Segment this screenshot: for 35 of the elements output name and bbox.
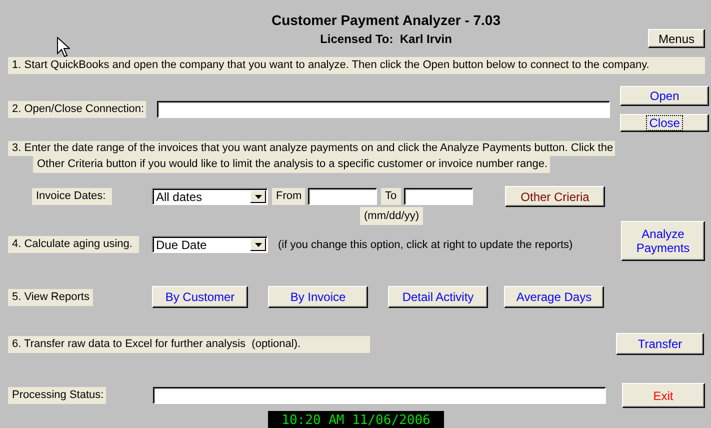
pointer-icon [57,37,70,57]
dropdown[interactable]: Due Date [152,236,268,253]
input-field[interactable] [152,387,606,404]
input-field[interactable] [404,188,473,205]
other-criteria-button[interactable]: Other Crieria [505,186,605,207]
instruction-text: 1. Start QuickBooks and open the company that you want to analyze. Then click the Open button below to connect to the company. [8,57,705,74]
label: 2. Open/Close Connection: [8,100,146,118]
report-button[interactable]: By Customer [152,286,248,308]
caret-icon [254,194,262,198]
label: Processing Status: [8,387,106,404]
format-hint: (mm/dd/yy) [360,207,423,225]
input-field[interactable] [308,188,377,205]
label: Invoice Dates: [32,188,112,205]
instruction-text: 3. Enter the date range of the invoices that you want analyze payments on and click the Analyze Payments button. Click the [8,141,616,156]
label: To [381,188,401,205]
clock-display: 10:20 AM 11/06/2006 [268,411,444,428]
transfer-button[interactable]: Transfer [616,333,704,355]
dropdown[interactable]: All dates [152,188,268,205]
close-button[interactable]: Close [620,114,710,132]
analyze-payments-button[interactable]: Analyze Payments [621,221,705,261]
menus-button[interactable]: Menus [648,29,705,48]
note-text: (if you change this option, click at right to update the reports) [278,238,573,250]
label: From [272,188,305,205]
input-field[interactable] [157,100,610,118]
open-button[interactable]: Open [620,86,710,106]
report-button[interactable]: Average Days [504,286,604,308]
label: 6. Transfer raw data to Excel for further analysis (optional). [8,336,370,352]
report-button[interactable]: By Invoice [268,286,368,308]
instruction-text: Other Criteria button if you would like to limit the analysis to a specific customer or invoice number range. [33,156,550,173]
label: 5. View Reports [8,288,93,306]
caret-icon [254,242,262,246]
license-text: Licensed To: Karl Irvin [320,32,452,46]
app-title: Customer Payment Analyzer - 7.03 [271,12,500,28]
report-button[interactable]: Detail Activity [388,286,488,308]
label: 4. Calculate aging using. [8,236,139,253]
